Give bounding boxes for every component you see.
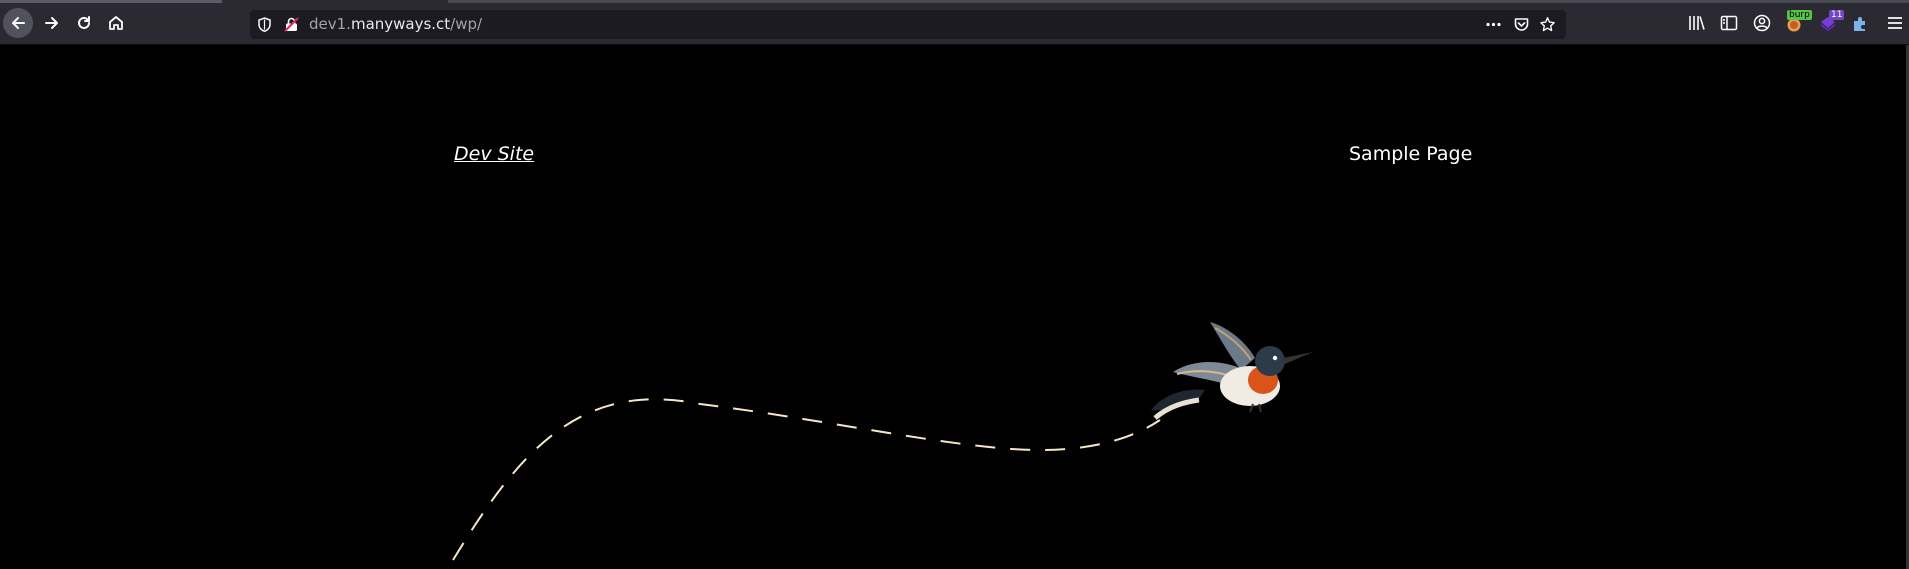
bird-illustration (1151, 322, 1313, 420)
flight-path-line (452, 398, 1161, 561)
